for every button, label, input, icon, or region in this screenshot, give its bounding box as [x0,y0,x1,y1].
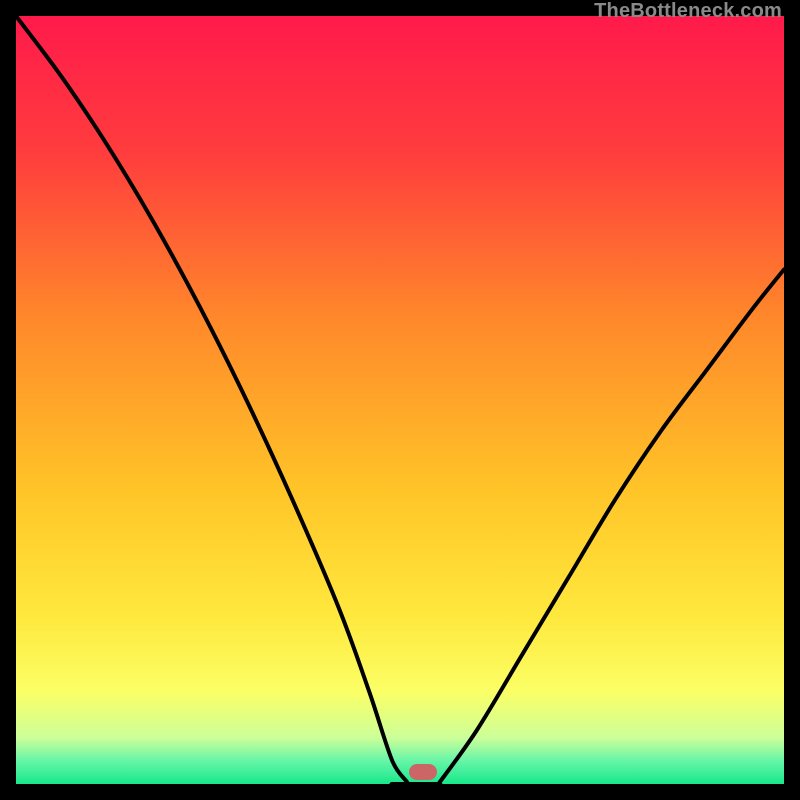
plot-area [16,16,784,784]
bottleneck-curve [16,16,784,784]
watermark-text: TheBottleneck.com [594,0,782,23]
curve-path [16,16,784,784]
chart-frame: TheBottleneck.com [0,0,800,800]
optimal-point-marker [409,764,437,780]
